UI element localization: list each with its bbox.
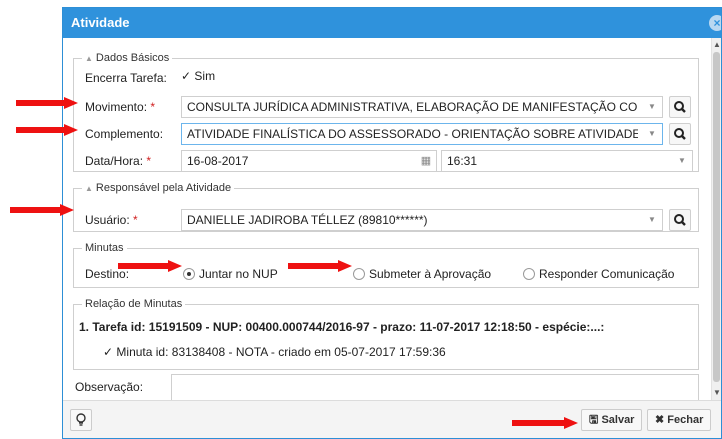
movimento-search-button[interactable]: [669, 96, 691, 118]
close-label: Fechar: [667, 414, 704, 426]
check-icon: ✓: [103, 345, 114, 359]
radio-selected-icon: [183, 268, 195, 280]
radio-unselected-icon: [523, 268, 535, 280]
complemento-label: Complemento:: [85, 127, 164, 141]
movimento-label: Movimento: *: [85, 100, 156, 114]
relacao-minutas-fieldset: Relação de Minutas: [73, 298, 699, 370]
chevron-down-icon[interactable]: ▼: [642, 97, 662, 117]
search-icon: [674, 101, 686, 113]
save-icon: 🖫: [589, 414, 599, 426]
collapse-icon[interactable]: ▲: [85, 54, 93, 63]
observacao-label: Observação:: [75, 380, 144, 394]
dialog-titlebar: Atividade ×: [63, 8, 721, 38]
minuta-item[interactable]: ✓ Minuta id: 83138408 - NOTA - criado em…: [103, 345, 446, 359]
time-field[interactable]: 16:31 ▼: [441, 150, 693, 172]
movimento-value: CONSULTA JURÍDICA ADMINISTRATIVA, ELABOR…: [187, 100, 638, 114]
scroll-down-icon[interactable]: ▼: [712, 388, 721, 398]
radio-responder-label: Responder Comunicação: [539, 267, 675, 281]
date-value: 16-08-2017: [187, 154, 249, 168]
relacao-minutas-legend: Relação de Minutas: [85, 298, 183, 310]
search-icon: [674, 128, 686, 140]
encerra-tarefa-value: Sim: [194, 69, 216, 83]
lightbulb-icon: [76, 413, 86, 426]
usuario-label: Usuário: *: [85, 213, 138, 227]
data-hora-label: Data/Hora: *: [85, 154, 152, 168]
date-field[interactable]: 16-08-2017 ▦: [181, 150, 437, 172]
radio-juntar-nup[interactable]: Juntar no NUP: [183, 267, 278, 281]
save-label: Salvar: [601, 414, 635, 426]
radio-responder-comunicacao[interactable]: Responder Comunicação: [523, 267, 674, 281]
vertical-scrollbar[interactable]: ▲ ▼: [711, 38, 721, 400]
dados-basicos-legend[interactable]: ▲ Dados Básicos: [82, 52, 172, 64]
complemento-search-button[interactable]: [669, 123, 691, 145]
calendar-icon[interactable]: ▦: [416, 151, 436, 171]
radio-submeter-aprovacao[interactable]: Submeter à Aprovação: [353, 267, 491, 281]
encerra-tarefa-label: Encerra Tarefa:: [85, 71, 167, 85]
usuario-value: DANIELLE JADIROBA TÉLLEZ (89810******): [187, 213, 428, 227]
time-value: 16:31: [447, 154, 478, 168]
movimento-combo[interactable]: CONSULTA JURÍDICA ADMINISTRATIVA, ELABOR…: [181, 96, 663, 118]
help-button[interactable]: [70, 409, 92, 431]
save-button[interactable]: 🖫 Salvar: [581, 409, 643, 431]
dialog-footer: 🖫 Salvar ✖ Fechar: [63, 400, 721, 438]
annotation-arrow: [512, 417, 578, 429]
annotation-arrow: [118, 260, 182, 272]
usuario-search-button[interactable]: [669, 209, 691, 231]
chevron-down-icon[interactable]: ▼: [642, 124, 662, 144]
minuta-item-text: Minuta id: 83138408 - NOTA - criado em 0…: [116, 345, 446, 359]
observacao-textarea[interactable]: [171, 374, 699, 400]
tarefa-item[interactable]: 1. Tarefa id: 15191509 - NUP: 00400.0007…: [79, 320, 604, 334]
collapse-icon[interactable]: ▲: [85, 184, 93, 193]
scrollbar-thumb[interactable]: [713, 52, 720, 382]
responsavel-legend[interactable]: ▲ Responsável pela Atividade: [82, 182, 234, 194]
chevron-down-icon[interactable]: ▼: [672, 151, 692, 171]
close-button[interactable]: ✖ Fechar: [647, 409, 712, 431]
annotation-arrow: [288, 260, 352, 272]
minutas-legend: Minutas: [85, 242, 124, 254]
encerra-tarefa-checkbox[interactable]: ✓ Sim: [181, 69, 215, 83]
search-icon: [674, 214, 686, 226]
annotation-arrow: [16, 97, 78, 109]
usuario-combo[interactable]: DANIELLE JADIROBA TÉLLEZ (89810******) ▼: [181, 209, 663, 231]
scroll-up-icon[interactable]: ▲: [712, 40, 721, 50]
dialog-content: ▲ Dados Básicos Encerra Tarefa: ✓ Sim Mov…: [63, 38, 711, 400]
annotation-arrow: [16, 124, 78, 136]
check-icon: ✓: [181, 69, 192, 83]
radio-juntar-nup-label: Juntar no NUP: [199, 267, 278, 281]
close-icon: ✖: [655, 414, 665, 426]
complemento-combo[interactable]: ATIVIDADE FINALÍSTICA DO ASSESSORADO - O…: [181, 123, 663, 145]
radio-unselected-icon: [353, 268, 365, 280]
atividade-dialog: Atividade × ▲ Dados Básicos Encerra Taref…: [62, 7, 722, 439]
complemento-value: ATIVIDADE FINALÍSTICA DO ASSESSORADO - O…: [187, 127, 638, 141]
dialog-title: Atividade: [71, 15, 130, 30]
close-icon[interactable]: ×: [709, 15, 721, 31]
annotation-arrow: [10, 204, 74, 216]
radio-submeter-label: Submeter à Aprovação: [369, 267, 492, 281]
chevron-down-icon[interactable]: ▼: [642, 210, 662, 230]
